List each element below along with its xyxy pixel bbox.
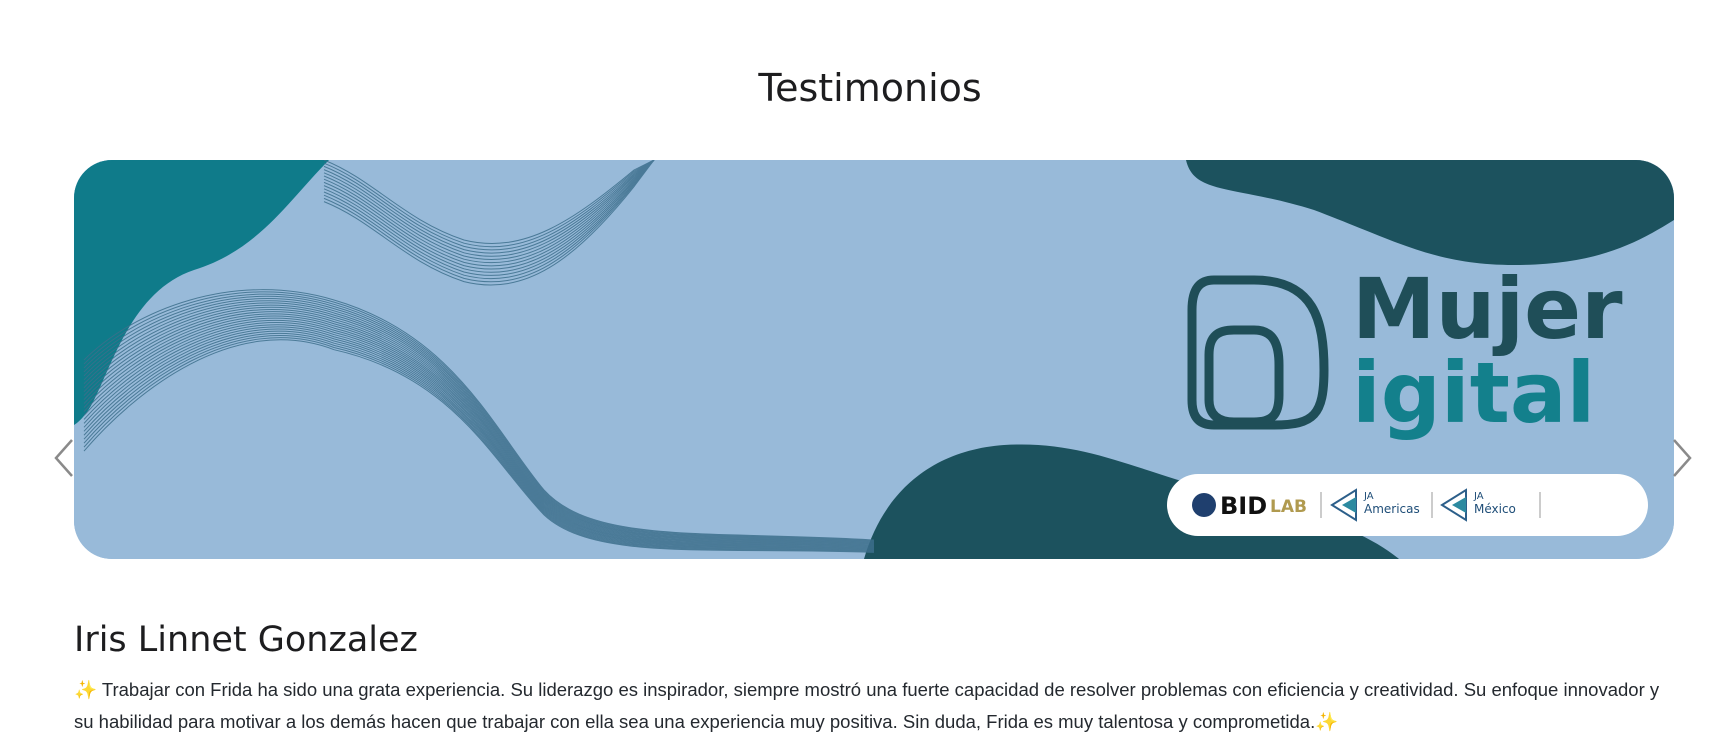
ja-mexico-top: JA bbox=[1473, 491, 1484, 502]
ja-mexico-bottom: México bbox=[1474, 502, 1516, 516]
chevron-right-icon bbox=[1673, 439, 1692, 477]
testimonial-body: Trabajar con Frida ha sido una grata exp… bbox=[74, 679, 1660, 732]
ja-americas-bottom: Americas bbox=[1364, 502, 1420, 516]
testimonial-text: ✨ Trabajar con Frida ha sido una grata e… bbox=[74, 674, 1674, 738]
testimonial-author: Iris Linnet Gonzalez bbox=[74, 620, 418, 660]
bid-icon bbox=[1192, 493, 1216, 517]
logo-word-igital: igital bbox=[1352, 344, 1595, 442]
chevron-left-icon bbox=[54, 439, 73, 477]
partner-lab: LAB bbox=[1270, 497, 1307, 517]
ja-americas-top: JA bbox=[1363, 491, 1374, 502]
banner-image: Mujer igital BID LAB JA Americas JA Méxi… bbox=[74, 160, 1674, 559]
sparkle-icon: ✨ bbox=[1315, 711, 1339, 732]
section-title: Testimonios bbox=[758, 66, 982, 110]
carousel-prev-button[interactable] bbox=[52, 436, 78, 480]
testimonial-carousel[interactable]: Mujer igital BID LAB JA Americas JA Méxi… bbox=[74, 160, 1674, 559]
carousel-next-button[interactable] bbox=[1668, 436, 1694, 480]
partner-bid: BID bbox=[1220, 492, 1267, 520]
sparkle-icon: ✨ bbox=[74, 679, 98, 700]
